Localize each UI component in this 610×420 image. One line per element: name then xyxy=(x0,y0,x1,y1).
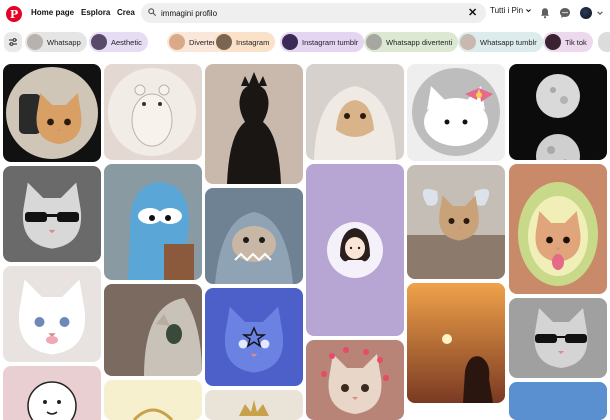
filter-sliders-icon xyxy=(9,38,17,46)
pin-cartoon-face-pink[interactable] xyxy=(3,366,101,420)
chip-thumbnail xyxy=(91,34,107,50)
account-chevron-icon[interactable] xyxy=(596,9,604,17)
filter-button[interactable] xyxy=(4,32,22,52)
pin-image xyxy=(509,164,607,294)
pin-gumball-cartoon[interactable] xyxy=(104,164,202,280)
chip-thumbnail xyxy=(27,34,43,50)
pin-image xyxy=(509,382,607,420)
chip-thumbnail xyxy=(460,34,476,50)
pin-image xyxy=(306,164,404,336)
search-scope-dropdown[interactable]: Tutti i Pin xyxy=(490,6,532,15)
pin-image xyxy=(205,64,303,184)
pin-image xyxy=(509,64,607,160)
pin-cat-blue-star[interactable] xyxy=(205,288,303,386)
nav-home-link[interactable]: Home page xyxy=(31,8,74,17)
chip-thumbnail xyxy=(545,34,561,50)
pin-crown-cream[interactable] xyxy=(205,390,303,420)
chevron-down-icon xyxy=(526,9,532,13)
pin-image xyxy=(205,188,303,284)
pin-anime-girl-lilac[interactable] xyxy=(306,164,404,336)
pin-cat-sunglasses-grey[interactable] xyxy=(509,298,607,378)
chip-label: Whatsapp divertenti xyxy=(386,37,453,47)
pin-cat-shark-costume[interactable] xyxy=(205,188,303,284)
pin-sunset-silhouette[interactable] xyxy=(407,283,505,403)
top-bar: P Home page Esplora Crea ✕ Tutti i Pin xyxy=(0,0,610,28)
chip-whatsapp-divertenti[interactable]: Whatsapp divertenti xyxy=(364,32,459,52)
pin-image xyxy=(104,284,202,376)
pin-white-cat-closeup[interactable] xyxy=(3,266,101,362)
pin-image xyxy=(407,283,505,403)
pin-cat-selfie-circle[interactable] xyxy=(3,64,101,162)
pin-moon-phases[interactable] xyxy=(509,64,607,160)
chip-instagram-tumblr[interactable]: Instagram tumblr xyxy=(280,32,365,52)
pin-image xyxy=(306,340,404,420)
pin-cat-blanket[interactable] xyxy=(306,64,404,160)
pin-yellow-doodle[interactable] xyxy=(104,380,202,420)
user-avatar[interactable] xyxy=(580,7,592,19)
pin-image xyxy=(104,64,202,160)
search-input[interactable] xyxy=(161,3,461,23)
pin-bear-cartoon-circle[interactable] xyxy=(104,64,202,160)
pin-image xyxy=(205,288,303,386)
pin-image xyxy=(407,165,505,279)
pin-cat-sunglasses-bw[interactable] xyxy=(3,166,101,262)
related-searches-row: Whatsapp Aesthetic Divertenti Instagram Inst… xyxy=(0,31,610,53)
pin-grid xyxy=(0,58,610,420)
chip-thumbnail xyxy=(366,34,382,50)
chip-label: Whatsapp tumblr xyxy=(480,37,537,47)
pin-image xyxy=(3,366,101,420)
pin-cat-hearts-glitter[interactable] xyxy=(306,340,404,420)
pin-image xyxy=(3,266,101,362)
pin-image xyxy=(407,64,505,161)
pin-hello-kitty-circle[interactable] xyxy=(407,64,505,161)
chip-thumbnail xyxy=(216,34,232,50)
pin-cat-fairy-wings[interactable] xyxy=(407,165,505,279)
pin-image xyxy=(306,64,404,160)
chip-label: Aesthetic xyxy=(111,37,142,47)
pin-image xyxy=(205,390,303,420)
notification-bell-icon[interactable] xyxy=(539,7,551,19)
pin-girl-crown-silhouette[interactable] xyxy=(205,64,303,184)
nav-create-link[interactable]: Crea xyxy=(117,8,135,17)
clear-search-icon[interactable]: ✕ xyxy=(468,7,477,19)
pin-cat-avocado[interactable] xyxy=(509,164,607,294)
chip-label: Tik tok xyxy=(565,37,587,47)
chip-label: Whatsapp xyxy=(47,37,81,47)
pin-image xyxy=(104,164,202,280)
chip-aesthetic[interactable]: Aesthetic xyxy=(89,32,148,52)
pin-ocean-blue[interactable] xyxy=(509,382,607,420)
chip-whatsapp[interactable]: Whatsapp xyxy=(25,32,87,52)
search-scope-label: Tutti i Pin xyxy=(490,6,524,15)
pin-image xyxy=(3,64,101,162)
search-icon xyxy=(148,8,156,16)
chip-thumbnail xyxy=(169,34,185,50)
messages-icon[interactable] xyxy=(559,7,571,19)
chip-instagram[interactable]: Instagram xyxy=(214,32,276,52)
pin-image xyxy=(104,380,202,420)
pin-image xyxy=(3,166,101,262)
nav-explore-link[interactable]: Esplora xyxy=(81,8,110,17)
chip-thumbnail xyxy=(282,34,298,50)
chip-whatsapp-tumblr[interactable]: Whatsapp tumblr xyxy=(458,32,543,52)
pin-image xyxy=(509,298,607,378)
chip-label: Instagram tumblr xyxy=(302,37,359,47)
chip-label: Instagram xyxy=(236,37,270,47)
chips-scroll-more[interactable] xyxy=(598,32,610,52)
chip-tik-tok[interactable]: Tik tok xyxy=(543,32,593,52)
search-bar[interactable]: ✕ xyxy=(141,3,486,23)
pin-cat-closeup-grey[interactable] xyxy=(104,284,202,376)
pinterest-logo-icon[interactable]: P xyxy=(6,6,22,22)
